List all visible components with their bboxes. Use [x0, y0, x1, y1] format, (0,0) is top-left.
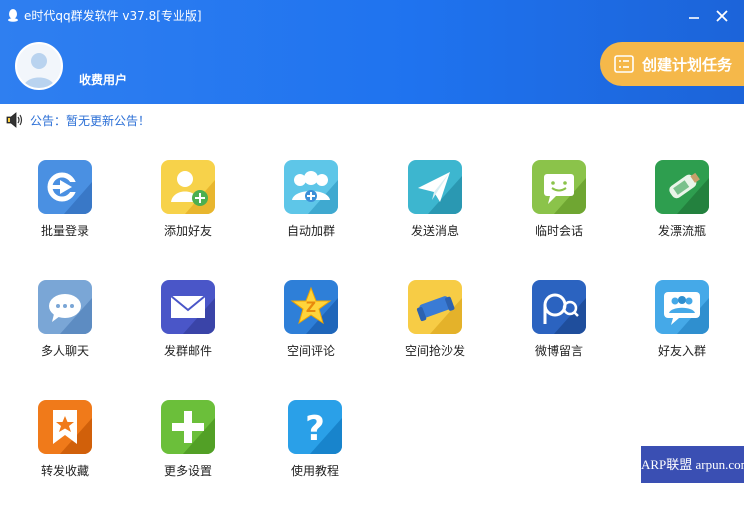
tile-label: 微博留言	[534, 344, 583, 358]
group-chat-icon	[38, 280, 92, 334]
create-task-label: 创建计划任务	[642, 55, 733, 74]
tile-label: 添加好友	[163, 224, 212, 238]
tile-label: 多人聊天	[40, 344, 89, 358]
tile-group-mail[interactable]: 发群邮件	[133, 280, 243, 390]
weibo-icon	[532, 280, 586, 334]
speaker-icon	[6, 112, 23, 128]
tile-weibo-message[interactable]: 微博留言	[504, 280, 614, 390]
add-friend-icon	[161, 160, 215, 214]
tile-label: 更多设置	[163, 464, 212, 478]
qq-penguin-icon	[8, 9, 18, 22]
tile-label: 使用教程	[290, 464, 339, 478]
join-group-icon	[284, 160, 338, 214]
plus-icon	[161, 400, 215, 454]
tile-auto-join-group[interactable]: 自动加群	[256, 160, 366, 270]
tile-drift-bottle[interactable]: 发漂流瓶	[627, 160, 737, 270]
paper-plane-icon	[408, 160, 462, 214]
task-list-icon	[614, 55, 634, 73]
svg-text:?: ?	[305, 409, 325, 449]
tile-add-friend[interactable]: 添加好友	[133, 160, 243, 270]
tile-multi-chat[interactable]: 多人聊天	[10, 280, 120, 390]
minimize-button[interactable]	[684, 6, 704, 26]
friends-group-icon	[655, 280, 709, 334]
notice-bar: 公告：暂无更新公告！	[6, 111, 150, 129]
tile-label: 发送消息	[410, 224, 459, 238]
create-task-button[interactable]: 创建计划任务	[600, 42, 744, 86]
tile-send-message[interactable]: 发送消息	[380, 160, 490, 270]
login-arrow-icon	[38, 160, 92, 214]
svg-text:Z: Z	[306, 300, 316, 316]
tile-label: 空间评论	[286, 344, 335, 358]
sofa-icon	[408, 280, 462, 334]
header-bar: e时代qq群发软件 v37.8[专业版] 收费用户 创建计划任务	[0, 0, 744, 104]
tile-label: 空间抢沙发	[404, 344, 465, 358]
tile-qzone-comment[interactable]: Z 空间评论	[256, 280, 366, 390]
tile-label: 批量登录	[40, 224, 89, 238]
tile-label: 发群邮件	[163, 344, 212, 358]
notice-text: 公告：暂无更新公告！	[30, 113, 151, 128]
tile-batch-login[interactable]: 批量登录	[10, 160, 120, 270]
tile-tutorial[interactable]: ? 使用教程	[260, 400, 370, 510]
tile-label: 转发收藏	[40, 464, 89, 478]
tile-forward-favorite[interactable]: 转发收藏	[10, 400, 120, 510]
qzone-star-icon: Z	[284, 280, 338, 334]
drift-bottle-icon	[655, 160, 709, 214]
mail-icon	[161, 280, 215, 334]
window-title: e时代qq群发软件 v37.8[专业版]	[24, 9, 202, 23]
tile-temp-session[interactable]: 临时会话	[504, 160, 614, 270]
chat-smile-icon	[532, 160, 586, 214]
tile-label: 好友入群	[657, 344, 706, 358]
tile-label: 自动加群	[286, 224, 335, 238]
close-button[interactable]	[712, 6, 732, 26]
title-bar[interactable]: e时代qq群发软件 v37.8[专业版]	[0, 0, 744, 32]
help-icon: ?	[288, 400, 342, 454]
user-type-label: 收费用户	[79, 73, 128, 87]
tile-label: 发漂流瓶	[657, 224, 706, 238]
watermark: ARP联盟 arpun.com	[641, 446, 744, 483]
bookmark-icon	[38, 400, 92, 454]
tile-label: 临时会话	[534, 224, 583, 238]
tile-qzone-sofa[interactable]: 空间抢沙发	[380, 280, 490, 390]
avatar[interactable]	[15, 42, 63, 90]
tile-friend-join-group[interactable]: 好友入群	[627, 280, 737, 390]
tile-more-settings[interactable]: 更多设置	[133, 400, 243, 510]
user-silhouette-icon	[23, 53, 55, 88]
